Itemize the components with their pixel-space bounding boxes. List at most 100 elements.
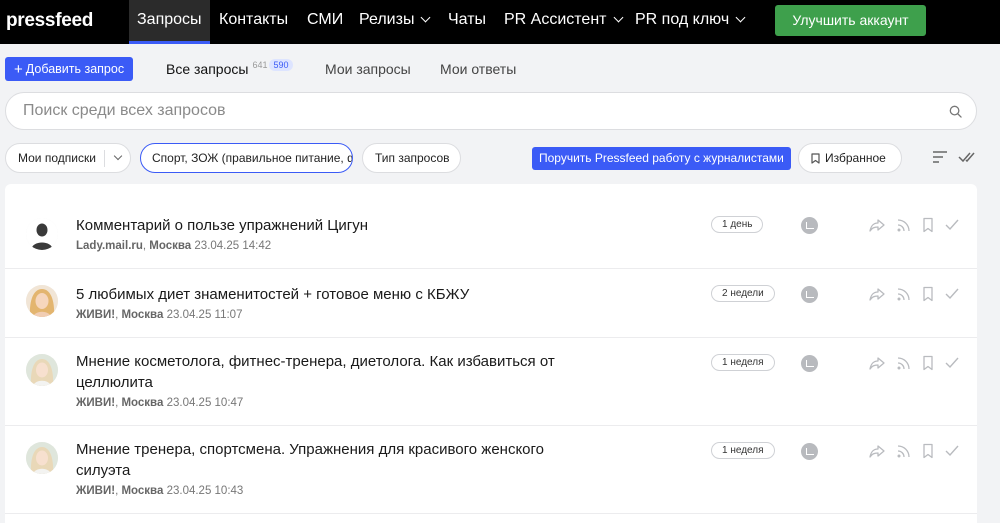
chevron-down-icon [613, 12, 623, 23]
city: Москва [121, 485, 164, 497]
rss-icon[interactable] [896, 355, 912, 371]
request-item[interactable]: 5 любимых диет знаменитостей + готовое м… [5, 268, 977, 337]
request-meta: Lady.mail.ru, Москва 23.04.25 14:42 [76, 240, 272, 252]
outlet-name[interactable]: ЖИВИ! [76, 309, 115, 321]
request-meta: ЖИВИ!, Москва 23.04.25 11:07 [76, 309, 243, 321]
age-badge: 1 неделя [711, 354, 775, 371]
rss-icon[interactable] [896, 217, 912, 233]
avatar [26, 218, 58, 250]
nav-item-pr-assistant[interactable]: PR Ассистент [504, 0, 623, 44]
request-date: 23.04.25 10:43 [166, 485, 244, 497]
page-scrollbar[interactable] [989, 44, 1000, 523]
plus-icon: + [14, 61, 23, 78]
bookmark-icon[interactable] [922, 443, 934, 459]
nav-item-contacts[interactable]: Контакты [219, 0, 288, 44]
request-date: 23.04.25 11:07 [166, 309, 243, 321]
nav-item-requests[interactable]: Запросы [129, 0, 210, 44]
nav-item-label: Контакты [219, 11, 289, 28]
bookmark-icon[interactable] [922, 286, 934, 302]
city: Москва [121, 309, 164, 321]
avatar [26, 285, 58, 317]
tab-my-answers[interactable]: Мои ответы [440, 61, 516, 77]
check-icon[interactable] [944, 286, 960, 302]
city: Москва [149, 240, 192, 252]
add-request-label: Добавить запрос [25, 62, 125, 76]
request-date: 23.04.25 14:42 [194, 240, 272, 252]
nav-item-pr-turnkey[interactable]: PR под ключ [635, 0, 746, 44]
request-item[interactable]: Мнение тренера, спортсмена. Упражнения д… [5, 425, 977, 513]
pressfeed-logo[interactable]: pressfeed [6, 10, 93, 32]
rss-icon[interactable] [896, 443, 912, 459]
request-item[interactable]: Мнение косметолога, фитнес-тренера, диет… [5, 337, 977, 425]
nav-item-releases[interactable]: Релизы [359, 0, 431, 44]
outlet-name[interactable]: Lady.mail.ru [76, 240, 143, 252]
request-title[interactable]: Мнение тренера, спортсмена. Упражнения д… [76, 439, 596, 481]
share-icon[interactable] [869, 217, 885, 233]
nav-item-label: Запросы [137, 11, 202, 28]
age-badge: 1 неделя [711, 442, 775, 459]
stats-icon[interactable] [801, 443, 818, 460]
pr-work-button[interactable]: Поручить Pressfeed работу с журналистами [532, 147, 791, 170]
chevron-down-icon [113, 151, 123, 161]
nav-item-label: Чаты [448, 11, 487, 28]
subscriptions-dropdown[interactable]: Мои подписки [5, 143, 131, 173]
double-check-icon[interactable] [958, 151, 978, 163]
age-badge: 1 день [711, 216, 764, 233]
chevron-down-icon [421, 12, 431, 23]
request-meta: ЖИВИ!, Москва 23.04.25 10:47 [76, 397, 244, 409]
request-type-filter[interactable]: Тип запросов [362, 143, 461, 173]
new-count-badge: 590 [269, 59, 293, 71]
sort-icon[interactable] [932, 150, 948, 164]
nav-item-label: СМИ [307, 11, 344, 28]
tab-my-requests[interactable]: Мои запросы [325, 61, 411, 77]
search-icon[interactable] [949, 105, 962, 118]
topic-filter[interactable]: Спорт, ЗОЖ (правильное питание, фитнес) [140, 143, 353, 173]
user-photo [26, 285, 58, 317]
nav-item-label: PR под ключ [635, 11, 730, 28]
divider [104, 150, 105, 167]
nav-item-chats[interactable]: Чаты [448, 0, 486, 44]
tab-all-requests[interactable]: Все запросы 641 590 [166, 59, 293, 77]
request-meta: ЖИВИ!, Москва 23.04.25 10:43 [76, 485, 244, 497]
check-icon[interactable] [944, 217, 960, 233]
request-type-label: Тип запросов [375, 151, 450, 165]
tab-label: Все запросы [166, 61, 249, 77]
city: Москва [121, 397, 164, 409]
silhouette-icon [26, 218, 58, 250]
add-request-button[interactable]: + Добавить запрос [5, 57, 134, 81]
favorites-label: Избранное [825, 151, 886, 165]
stats-icon[interactable] [801, 286, 818, 303]
age-badge: 2 недели [711, 285, 775, 302]
share-icon[interactable] [869, 443, 885, 459]
avatar [26, 354, 58, 386]
request-item[interactable] [5, 513, 977, 523]
nav-item-media[interactable]: СМИ [307, 0, 343, 44]
request-title[interactable]: Комментарий о пользе упражнений Цигун [76, 215, 596, 236]
request-date: 23.04.25 10:47 [166, 397, 244, 409]
bookmark-icon[interactable] [922, 217, 934, 233]
tab-label: Мои ответы [440, 61, 517, 77]
favorites-filter[interactable]: Избранное [798, 143, 902, 173]
outlet-name[interactable]: ЖИВИ! [76, 397, 115, 409]
stats-icon[interactable] [801, 355, 818, 372]
tab-count: 641 [252, 60, 268, 70]
share-icon[interactable] [869, 286, 885, 302]
outlet-name[interactable]: ЖИВИ! [76, 485, 115, 497]
nav-item-label: Релизы [359, 11, 415, 28]
request-title[interactable]: Мнение косметолога, фитнес-тренера, диет… [76, 351, 596, 393]
bookmark-icon[interactable] [922, 355, 934, 371]
request-item[interactable]: Комментарий о пользе упражнений Цигун La… [5, 200, 977, 268]
search-input[interactable] [23, 93, 923, 129]
top-navigation: pressfeed Запросы Контакты СМИ Релизы Ча… [0, 0, 1000, 44]
upgrade-account-button[interactable]: Улучшить аккаунт [775, 5, 926, 36]
request-title[interactable]: 5 любимых диет знаменитостей + готовое м… [76, 284, 596, 305]
share-icon[interactable] [869, 355, 885, 371]
nav-item-label: PR Ассистент [504, 11, 607, 28]
check-icon[interactable] [944, 355, 960, 371]
check-icon[interactable] [944, 443, 960, 459]
tab-label: Мои запросы [325, 61, 411, 77]
user-photo [26, 442, 58, 474]
topic-filter-label: Спорт, ЗОЖ (правильное питание, фитнес) [152, 151, 352, 165]
rss-icon[interactable] [896, 286, 912, 302]
stats-icon[interactable] [801, 217, 818, 234]
